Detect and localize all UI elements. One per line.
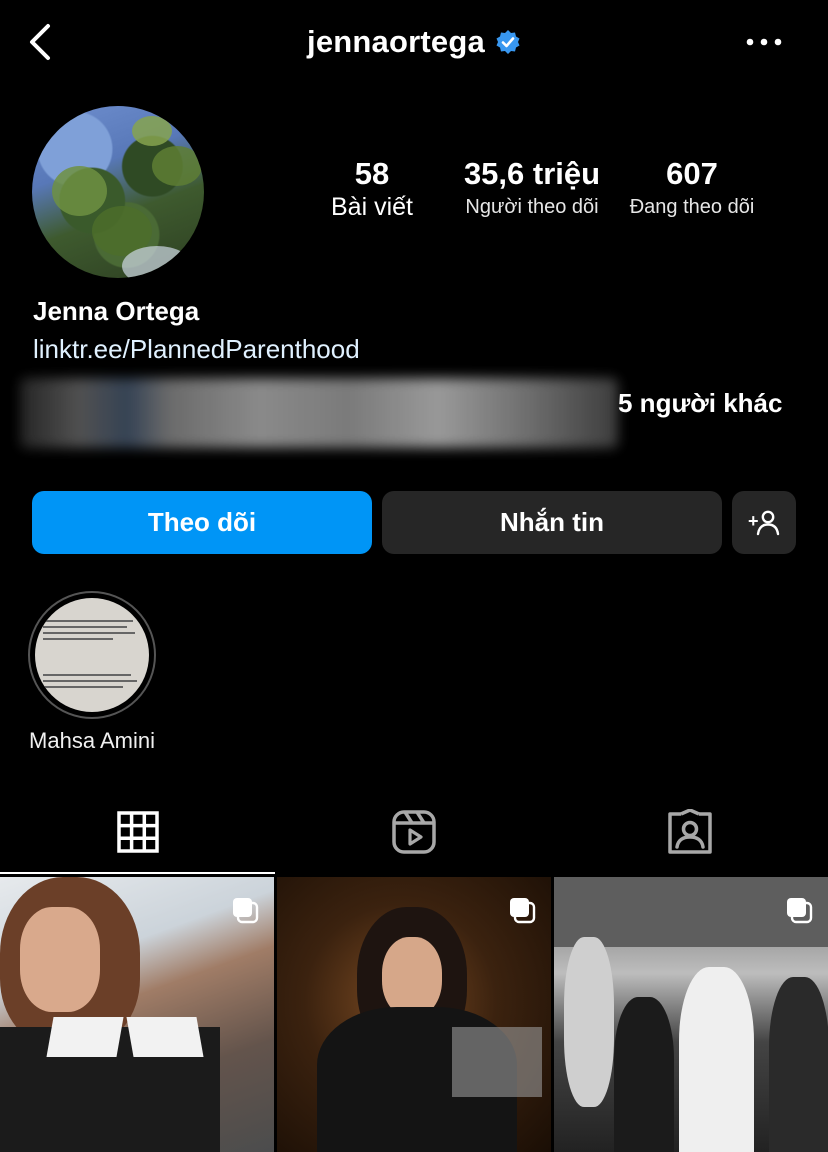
- highlight-label: Mahsa Amini: [29, 728, 155, 753]
- posts-label: Bài viết: [331, 193, 413, 221]
- post-thumbnail-1[interactable]: [0, 877, 274, 1152]
- multiple-posts-icon: [510, 898, 536, 924]
- post-thumbnail-2[interactable]: [277, 877, 551, 1152]
- highlight-thumbnail: [35, 598, 149, 712]
- add-user-icon: +: [748, 510, 780, 535]
- tab-tagged[interactable]: [552, 790, 828, 874]
- stat-followers[interactable]: 35,6 triệu Người theo dõi: [452, 156, 612, 220]
- multiple-posts-icon: [787, 898, 813, 924]
- active-tab-indicator: [0, 872, 275, 874]
- tab-posts-grid[interactable]: [0, 790, 276, 874]
- more-horizontal-icon: [746, 38, 782, 46]
- full-name: Jenna Ortega: [33, 296, 200, 326]
- header-title: jennaortega: [0, 24, 828, 60]
- more-options-button[interactable]: [744, 30, 784, 54]
- verified-badge-icon: [496, 30, 520, 54]
- post-thumbnail-3[interactable]: [554, 877, 828, 1152]
- stat-following[interactable]: 607 Đang theo dõi: [616, 156, 768, 220]
- reels-icon: [392, 810, 436, 854]
- bio-link[interactable]: linktr.ee/PlannedParenthood: [33, 334, 360, 365]
- tab-reels[interactable]: [276, 790, 552, 874]
- username: jennaortega: [307, 24, 485, 59]
- multiple-posts-icon: [233, 898, 259, 924]
- suggested-users-button[interactable]: +: [732, 491, 796, 554]
- followed-by-others[interactable]: 5 người khác: [618, 388, 782, 419]
- svg-text:+: +: [748, 511, 759, 531]
- followers-count: 35,6 triệu: [463, 156, 601, 191]
- posts-count: 58: [354, 156, 390, 191]
- tagged-icon: [668, 809, 712, 854]
- follow-button[interactable]: Theo dõi: [32, 491, 372, 554]
- stat-posts: 58 Bài viết: [312, 156, 432, 220]
- highlight-mahsa-amini[interactable]: [28, 591, 156, 719]
- following-count: 607: [666, 156, 718, 191]
- grid-icon: [117, 811, 159, 853]
- message-button[interactable]: Nhắn tin: [382, 491, 722, 554]
- following-label: Đang theo dõi: [629, 196, 755, 218]
- followers-label: Người theo dõi: [465, 196, 599, 218]
- avatar[interactable]: [32, 106, 204, 278]
- followed-by-blurred[interactable]: [20, 378, 618, 448]
